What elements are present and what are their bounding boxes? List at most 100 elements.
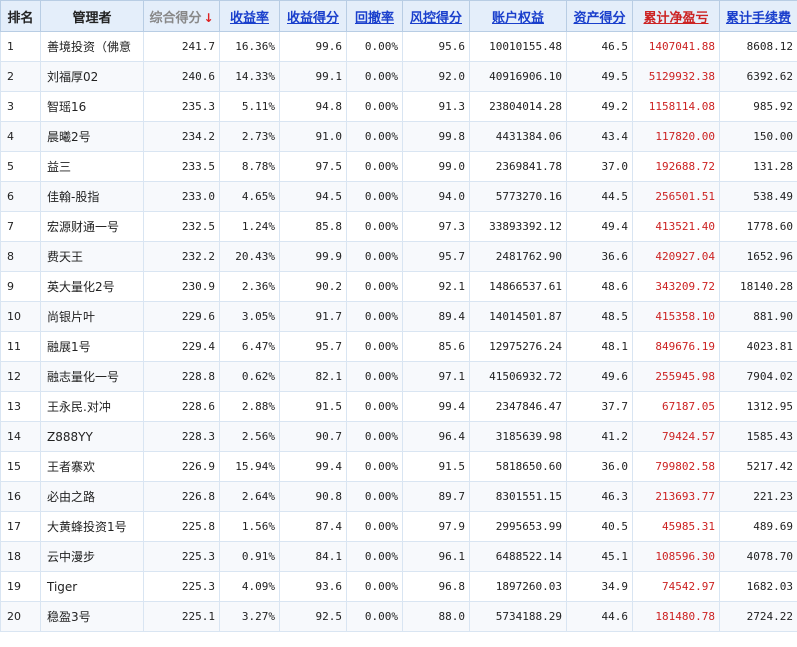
- cell-drawdown: 0.00%: [346, 481, 403, 512]
- cell-fees: 538.49: [719, 181, 797, 212]
- table-row: 7 宏源财通一号 232.5 1.24% 85.8 0.00% 97.3 33893392.1…: [0, 211, 797, 242]
- cell-return-rate: 16.36%: [219, 31, 280, 62]
- cell-manager[interactable]: 融志量化一号: [40, 361, 144, 392]
- cell-fees: 7904.02: [719, 361, 797, 392]
- cell-total-score: 228.8: [143, 361, 220, 392]
- cell-risk-score: 97.1: [402, 361, 470, 392]
- header-fees[interactable]: 累计手续费: [719, 0, 797, 32]
- cell-equity: 14014501.87: [469, 301, 567, 332]
- cell-asset-score: 49.4: [566, 211, 633, 242]
- cell-drawdown: 0.00%: [346, 31, 403, 62]
- cell-equity: 2369841.78: [469, 151, 567, 182]
- cell-return-rate: 3.27%: [219, 601, 280, 632]
- header-risk-score[interactable]: 风控得分: [402, 0, 470, 32]
- cell-manager[interactable]: 费天王: [40, 241, 144, 272]
- cell-risk-score: 97.3: [402, 211, 470, 242]
- cell-fees: 8608.12: [719, 31, 797, 62]
- cell-fees: 6392.62: [719, 61, 797, 92]
- cell-net-profit: 343209.72: [632, 271, 720, 302]
- cell-total-score: 233.5: [143, 151, 220, 182]
- header-total-score-label: 综合得分: [149, 10, 202, 26]
- cell-manager[interactable]: 英大量化2号: [40, 271, 144, 302]
- cell-manager[interactable]: 益三: [40, 151, 144, 182]
- table-row: 14 Z888YY 228.3 2.56% 90.7 0.00% 96.4 3185639.9…: [0, 421, 797, 452]
- cell-return-score: 91.5: [279, 391, 347, 422]
- cell-asset-score: 46.5: [566, 31, 633, 62]
- cell-fees: 221.23: [719, 481, 797, 512]
- cell-total-score: 228.3: [143, 421, 220, 452]
- cell-total-score: 234.2: [143, 121, 220, 152]
- cell-return-score: 91.0: [279, 121, 347, 152]
- cell-manager[interactable]: 智瑶16: [40, 91, 144, 122]
- cell-manager[interactable]: 必由之路: [40, 481, 144, 512]
- cell-equity: 12975276.24: [469, 331, 567, 362]
- header-equity[interactable]: 账户权益: [469, 0, 567, 32]
- cell-return-score: 85.8: [279, 211, 347, 242]
- cell-equity: 40916906.10: [469, 61, 567, 92]
- cell-manager[interactable]: 刘福厚02: [40, 61, 144, 92]
- cell-manager[interactable]: 大黄蜂投资1号: [40, 511, 144, 542]
- table-row: 17 大黄蜂投资1号 225.8 1.56% 87.4 0.00% 97.9 2995653.…: [0, 511, 797, 542]
- cell-fees: 4078.70: [719, 541, 797, 572]
- cell-fees: 1585.43: [719, 421, 797, 452]
- cell-drawdown: 0.00%: [346, 391, 403, 422]
- header-total-score[interactable]: 综合得分 ↓: [143, 0, 220, 32]
- header-drawdown[interactable]: 回撤率: [346, 0, 403, 32]
- cell-fees: 1312.95: [719, 391, 797, 422]
- header-return-score[interactable]: 收益得分: [279, 0, 347, 32]
- cell-total-score: 228.6: [143, 391, 220, 422]
- header-return-rate[interactable]: 收益率: [219, 0, 280, 32]
- table-row: 3 智瑶16 235.3 5.11% 94.8 0.00% 91.3 23804014.28 4…: [0, 91, 797, 122]
- cell-return-rate: 1.56%: [219, 511, 280, 542]
- header-net-profit[interactable]: 累计净盈亏: [632, 0, 720, 32]
- cell-total-score: 226.9: [143, 451, 220, 482]
- cell-risk-score: 96.4: [402, 421, 470, 452]
- cell-return-rate: 2.36%: [219, 271, 280, 302]
- cell-manager[interactable]: 稳盈3号: [40, 601, 144, 632]
- cell-net-profit: 213693.77: [632, 481, 720, 512]
- cell-risk-score: 89.4: [402, 301, 470, 332]
- cell-manager[interactable]: 宏源财通一号: [40, 211, 144, 242]
- cell-return-rate: 4.09%: [219, 571, 280, 602]
- cell-drawdown: 0.00%: [346, 421, 403, 452]
- cell-net-profit: 45985.31: [632, 511, 720, 542]
- cell-equity: 1897260.03: [469, 571, 567, 602]
- cell-manager[interactable]: 融展1号: [40, 331, 144, 362]
- cell-risk-score: 91.5: [402, 451, 470, 482]
- sort-desc-arrow-icon: ↓: [203, 10, 214, 25]
- cell-manager[interactable]: 晨曦2号: [40, 121, 144, 152]
- cell-rank: 12: [0, 361, 41, 392]
- header-asset-score[interactable]: 资产得分: [566, 0, 633, 32]
- cell-risk-score: 99.8: [402, 121, 470, 152]
- cell-manager[interactable]: 王永民.对冲: [40, 391, 144, 422]
- table-row: 16 必由之路 226.8 2.64% 90.8 0.00% 89.7 8301551.15 4…: [0, 481, 797, 512]
- cell-manager[interactable]: 佳翰-股指: [40, 181, 144, 212]
- cell-drawdown: 0.00%: [346, 181, 403, 212]
- cell-net-profit: 420927.04: [632, 241, 720, 272]
- cell-manager[interactable]: 善境投资（佛意: [40, 31, 144, 62]
- cell-return-rate: 2.64%: [219, 481, 280, 512]
- table-row: 19 Tiger 225.3 4.09% 93.6 0.00% 96.8 1897260.03…: [0, 571, 797, 602]
- cell-rank: 20: [0, 601, 41, 632]
- cell-manager[interactable]: 云中漫步: [40, 541, 144, 572]
- cell-manager[interactable]: Z888YY: [40, 421, 144, 452]
- cell-asset-score: 41.2: [566, 421, 633, 452]
- cell-manager[interactable]: 尚银片叶: [40, 301, 144, 332]
- cell-drawdown: 0.00%: [346, 331, 403, 362]
- cell-rank: 17: [0, 511, 41, 542]
- cell-asset-score: 48.1: [566, 331, 633, 362]
- cell-manager[interactable]: Tiger: [40, 571, 144, 602]
- cell-risk-score: 88.0: [402, 601, 470, 632]
- header-rank: 排名: [0, 0, 41, 32]
- cell-risk-score: 95.6: [402, 31, 470, 62]
- cell-rank: 5: [0, 151, 41, 182]
- cell-rank: 7: [0, 211, 41, 242]
- table-row: 5 益三 233.5 8.78% 97.5 0.00% 99.0 2369841.78 37.0…: [0, 151, 797, 182]
- cell-return-score: 82.1: [279, 361, 347, 392]
- cell-return-rate: 0.62%: [219, 361, 280, 392]
- cell-asset-score: 49.5: [566, 61, 633, 92]
- ranking-table: 排名 管理者 综合得分 ↓ 收益率 收益得分 回撤率 风控得分 账户权益 资产得分…: [0, 0, 797, 632]
- cell-asset-score: 40.5: [566, 511, 633, 542]
- cell-return-score: 90.2: [279, 271, 347, 302]
- cell-manager[interactable]: 王者寨欢: [40, 451, 144, 482]
